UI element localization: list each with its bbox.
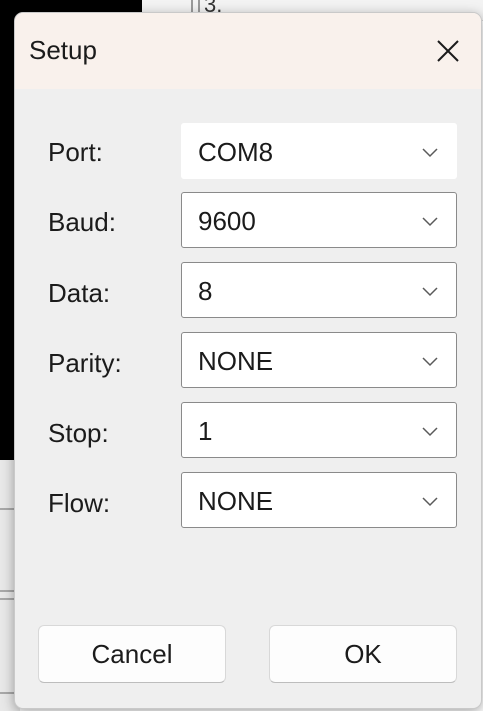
port-value: COM8	[198, 137, 274, 167]
port-select[interactable]: COM8	[181, 123, 457, 179]
chevron-down-icon	[422, 494, 438, 512]
dialog-titlebar[interactable]: Setup	[15, 13, 481, 89]
baud-label: Baud:	[48, 207, 116, 237]
parity-value: NONE	[198, 346, 274, 376]
data-value: 8	[198, 276, 213, 306]
chevron-down-icon	[422, 214, 438, 232]
data-label: Data:	[48, 278, 111, 308]
parity-label: Parity:	[48, 348, 122, 378]
dialog-title: Setup	[29, 35, 97, 65]
close-button[interactable]	[415, 13, 481, 89]
data-select[interactable]: 8	[181, 262, 457, 318]
chevron-down-icon	[422, 424, 438, 442]
stop-label: Stop:	[48, 418, 109, 448]
ok-button[interactable]: OK	[269, 625, 457, 683]
close-icon	[436, 39, 460, 63]
stop-value: 1	[198, 416, 213, 446]
flow-select[interactable]: NONE	[181, 472, 457, 528]
baud-value: 9600	[198, 206, 256, 236]
chevron-down-icon	[422, 145, 438, 163]
stop-select[interactable]: 1	[181, 402, 457, 458]
cancel-button[interactable]: Cancel	[38, 625, 226, 683]
chevron-down-icon	[422, 354, 438, 372]
baud-select[interactable]: 9600	[181, 192, 457, 248]
chevron-down-icon	[422, 284, 438, 302]
setup-dialog: Setup Port: COM8 Baud: 9600 Data: 8 Pari…	[14, 12, 482, 709]
flow-label: Flow:	[48, 488, 111, 518]
flow-value: NONE	[198, 486, 274, 516]
parity-select[interactable]: NONE	[181, 332, 457, 388]
port-label: Port:	[48, 137, 103, 167]
